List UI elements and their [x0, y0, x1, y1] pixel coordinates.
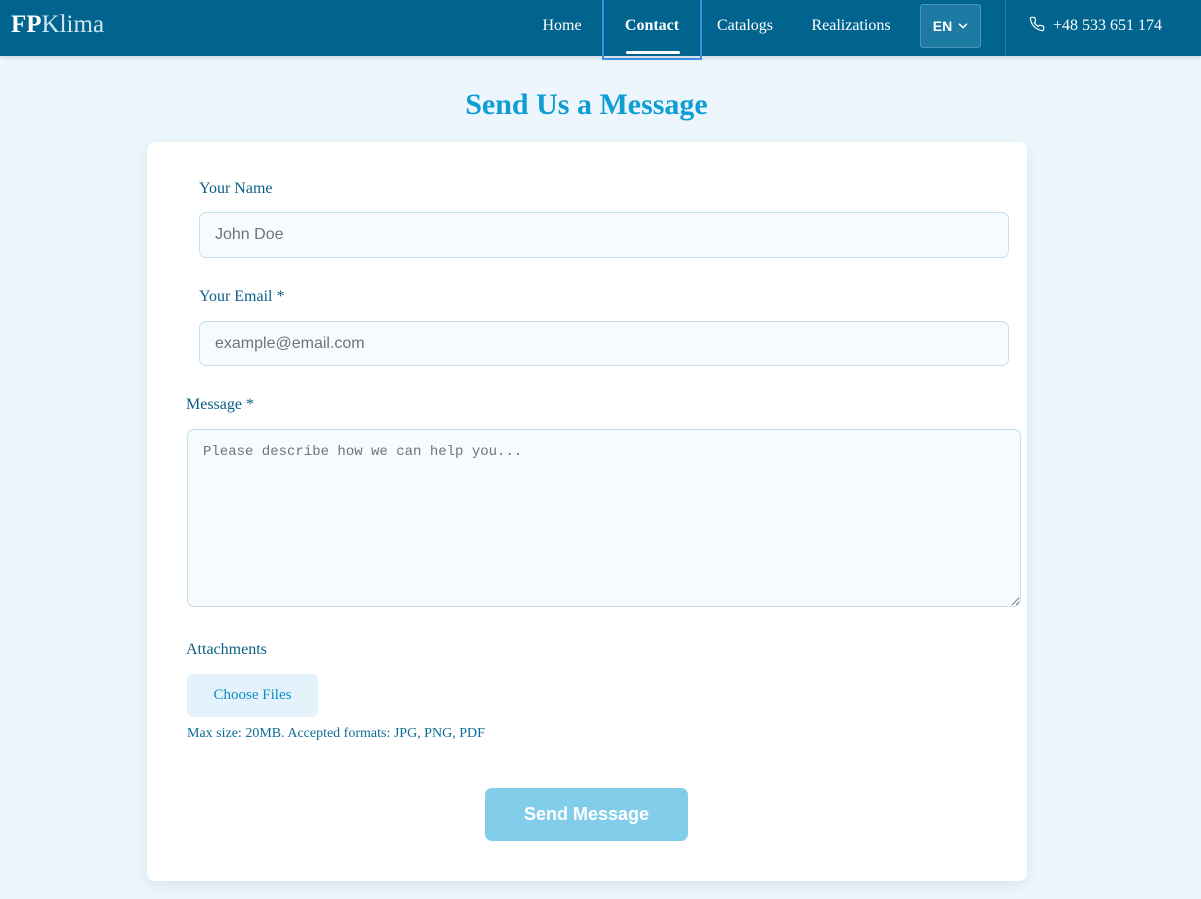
phone-link[interactable]: +48 533 651 174: [1029, 0, 1162, 52]
language-label: EN: [932, 18, 953, 34]
nav-contact-label: Contact: [624, 17, 680, 34]
chevron-down-icon: [958, 18, 968, 34]
message-textarea[interactable]: [187, 429, 1021, 607]
active-underline: [626, 51, 680, 54]
phone-number: +48 533 651 174: [1053, 17, 1163, 34]
nav-realizations-link[interactable]: Realizations: [800, 0, 902, 56]
page-title: Send Us a Message: [465, 88, 708, 121]
email-input[interactable]: [199, 321, 1009, 366]
send-message-button[interactable]: Send Message: [485, 788, 688, 841]
header-divider: [1005, 0, 1006, 56]
language-selector[interactable]: EN: [920, 4, 981, 48]
email-label: Your Email *: [199, 288, 285, 305]
logo-klima-text: Klima: [41, 11, 105, 38]
nav-catalogs-link[interactable]: Catalogs: [708, 0, 782, 56]
nav-home-link[interactable]: Home: [530, 0, 594, 56]
nav-contact-link[interactable]: Contact: [602, 0, 702, 60]
attachments-hint: Max size: 20MB. Accepted formats: JPG, P…: [187, 726, 485, 741]
contact-form: Your Name Your Email * Message * Attachm…: [147, 142, 1027, 881]
top-navbar: FPKlima Home Contact Catalogs Realizatio…: [0, 0, 1201, 60]
phone-icon: [1029, 16, 1045, 37]
name-label: Your Name: [199, 180, 273, 197]
choose-files-button[interactable]: Choose Files: [187, 674, 318, 717]
brand-logo[interactable]: FPKlima: [11, 10, 104, 40]
attachments-label: Attachments: [186, 641, 267, 658]
logo-fp-text: FP: [11, 11, 42, 38]
message-label: Message *: [186, 396, 254, 413]
name-input[interactable]: [199, 212, 1009, 258]
